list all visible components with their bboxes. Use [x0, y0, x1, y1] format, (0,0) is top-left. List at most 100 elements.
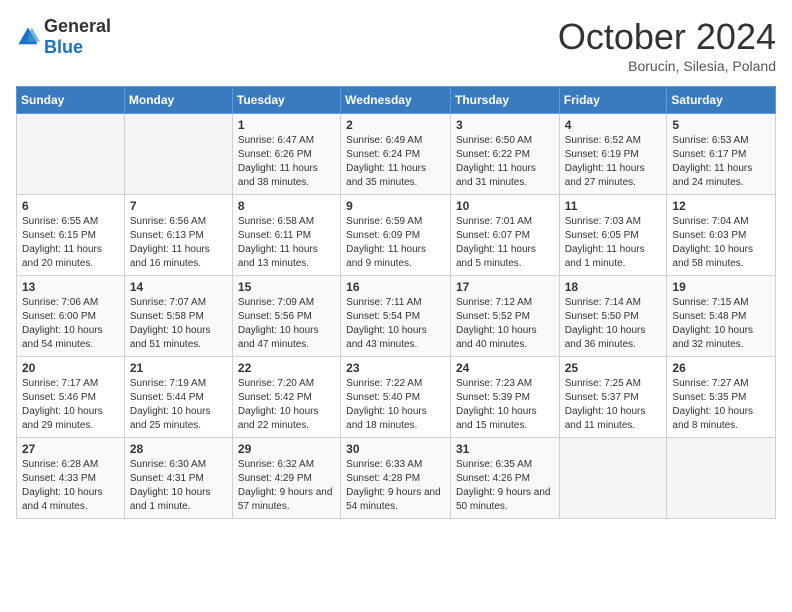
- calendar-cell: 6 Sunrise: 6:55 AM Sunset: 6:15 PM Daylig…: [17, 195, 125, 276]
- calendar-cell: [124, 114, 232, 195]
- day-number: 17: [456, 280, 554, 294]
- weekday-header-friday: Friday: [559, 87, 667, 114]
- day-info: Sunrise: 6:55 AM Sunset: 6:15 PM Dayligh…: [22, 215, 119, 271]
- calendar-week-4: 20Sunrise: 7:17 AM Sunset: 5:46 PM Dayli…: [17, 357, 776, 438]
- day-info: Sunrise: 7:22 AM Sunset: 5:40 PM Dayligh…: [346, 377, 445, 433]
- day-number: 16: [346, 280, 445, 294]
- day-number: 23: [346, 361, 445, 375]
- weekday-header-saturday: Saturday: [667, 87, 776, 114]
- calendar-cell: 5Sunrise: 6:53 AM Sunset: 6:17 PM Daylig…: [667, 114, 776, 195]
- day-info: Sunrise: 7:06 AM Sunset: 6:00 PM Dayligh…: [22, 296, 119, 352]
- calendar-cell: 29 Sunrise: 6:32 AM Sunset: 4:29 PM Dayli…: [232, 438, 340, 519]
- day-info: Sunrise: 7:25 AM Sunset: 5:37 PM Dayligh…: [565, 377, 662, 433]
- day-number: 11: [565, 199, 662, 213]
- calendar-cell: [559, 438, 667, 519]
- calendar-cell: 31Sunrise: 6:35 AM Sunset: 4:26 PM Dayli…: [450, 438, 559, 519]
- day-info: Sunrise: 7:03 AM Sunset: 6:05 PM Dayligh…: [565, 215, 662, 271]
- day-info: Sunrise: 6:28 AM Sunset: 4:33 PM Dayligh…: [22, 458, 119, 514]
- calendar-cell: 20Sunrise: 7:17 AM Sunset: 5:46 PM Dayli…: [17, 357, 125, 438]
- calendar-cell: 12 Sunrise: 7:04 AM Sunset: 6:03 PM Dayli…: [667, 195, 776, 276]
- day-info: Sunrise: 7:19 AM Sunset: 5:44 PM Dayligh…: [130, 377, 227, 433]
- calendar-header: SundayMondayTuesdayWednesdayThursdayFrid…: [17, 87, 776, 114]
- calendar-cell: 14 Sunrise: 7:07 AM Sunset: 5:58 PM Dayli…: [124, 276, 232, 357]
- day-info: Sunrise: 7:04 AM Sunset: 6:03 PM Dayligh…: [672, 215, 770, 271]
- weekday-header-sunday: Sunday: [17, 87, 125, 114]
- weekday-header-wednesday: Wednesday: [341, 87, 451, 114]
- calendar-cell: 30Sunrise: 6:33 AM Sunset: 4:28 PM Dayli…: [341, 438, 451, 519]
- calendar-cell: 27 Sunrise: 6:28 AM Sunset: 4:33 PM Dayli…: [17, 438, 125, 519]
- day-info: Sunrise: 7:27 AM Sunset: 5:35 PM Dayligh…: [672, 377, 770, 433]
- day-number: 26: [672, 361, 770, 375]
- calendar-cell: 4 Sunrise: 6:52 AM Sunset: 6:19 PM Daylig…: [559, 114, 667, 195]
- day-info: Sunrise: 7:01 AM Sunset: 6:07 PM Dayligh…: [456, 215, 554, 271]
- calendar-cell: 2Sunrise: 6:49 AM Sunset: 6:24 PM Daylig…: [341, 114, 451, 195]
- day-number: 6: [22, 199, 119, 213]
- weekday-header-thursday: Thursday: [450, 87, 559, 114]
- logo-general: General: [44, 16, 111, 36]
- day-number: 9: [346, 199, 445, 213]
- day-number: 4: [565, 118, 662, 132]
- day-info: Sunrise: 7:09 AM Sunset: 5:56 PM Dayligh…: [238, 296, 335, 352]
- location-subtitle: Borucin, Silesia, Poland: [558, 58, 776, 74]
- day-number: 10: [456, 199, 554, 213]
- calendar-week-5: 27 Sunrise: 6:28 AM Sunset: 4:33 PM Dayli…: [17, 438, 776, 519]
- calendar-cell: 15 Sunrise: 7:09 AM Sunset: 5:56 PM Dayli…: [232, 276, 340, 357]
- day-number: 24: [456, 361, 554, 375]
- day-info: Sunrise: 7:23 AM Sunset: 5:39 PM Dayligh…: [456, 377, 554, 433]
- logo-icon: [16, 25, 40, 49]
- day-info: Sunrise: 6:58 AM Sunset: 6:11 PM Dayligh…: [238, 215, 335, 271]
- calendar-cell: 17 Sunrise: 7:12 AM Sunset: 5:52 PM Dayli…: [450, 276, 559, 357]
- day-info: Sunrise: 7:11 AM Sunset: 5:54 PM Dayligh…: [346, 296, 445, 352]
- page-header: General Blue October 2024 Borucin, Siles…: [16, 16, 776, 74]
- day-number: 8: [238, 199, 335, 213]
- calendar-cell: 23 Sunrise: 7:22 AM Sunset: 5:40 PM Dayli…: [341, 357, 451, 438]
- day-info: Sunrise: 6:59 AM Sunset: 6:09 PM Dayligh…: [346, 215, 445, 271]
- day-info: Sunrise: 6:47 AM Sunset: 6:26 PM Dayligh…: [238, 134, 335, 190]
- day-info: Sunrise: 6:50 AM Sunset: 6:22 PM Dayligh…: [456, 134, 554, 190]
- calendar-cell: 11 Sunrise: 7:03 AM Sunset: 6:05 PM Dayli…: [559, 195, 667, 276]
- day-info: Sunrise: 6:53 AM Sunset: 6:17 PM Dayligh…: [672, 134, 770, 190]
- calendar-cell: [667, 438, 776, 519]
- calendar-cell: 13 Sunrise: 7:06 AM Sunset: 6:00 PM Dayli…: [17, 276, 125, 357]
- calendar-cell: 24 Sunrise: 7:23 AM Sunset: 5:39 PM Dayli…: [450, 357, 559, 438]
- weekday-header-row: SundayMondayTuesdayWednesdayThursdayFrid…: [17, 87, 776, 114]
- calendar-cell: 8 Sunrise: 6:58 AM Sunset: 6:11 PM Daylig…: [232, 195, 340, 276]
- logo-text: General Blue: [44, 16, 111, 58]
- day-number: 15: [238, 280, 335, 294]
- day-info: Sunrise: 6:32 AM Sunset: 4:29 PM Dayligh…: [238, 458, 335, 514]
- logo-blue: Blue: [44, 37, 83, 57]
- day-info: Sunrise: 6:33 AM Sunset: 4:28 PM Dayligh…: [346, 458, 445, 514]
- day-number: 18: [565, 280, 662, 294]
- calendar-cell: 7Sunrise: 6:56 AM Sunset: 6:13 PM Daylig…: [124, 195, 232, 276]
- weekday-header-tuesday: Tuesday: [232, 87, 340, 114]
- day-info: Sunrise: 7:12 AM Sunset: 5:52 PM Dayligh…: [456, 296, 554, 352]
- calendar-week-3: 13 Sunrise: 7:06 AM Sunset: 6:00 PM Dayli…: [17, 276, 776, 357]
- calendar-cell: 3 Sunrise: 6:50 AM Sunset: 6:22 PM Daylig…: [450, 114, 559, 195]
- calendar-cell: 1 Sunrise: 6:47 AM Sunset: 6:26 PM Daylig…: [232, 114, 340, 195]
- day-number: 14: [130, 280, 227, 294]
- day-info: Sunrise: 6:49 AM Sunset: 6:24 PM Dayligh…: [346, 134, 445, 190]
- day-number: 13: [22, 280, 119, 294]
- calendar-cell: 22Sunrise: 7:20 AM Sunset: 5:42 PM Dayli…: [232, 357, 340, 438]
- day-number: 29: [238, 442, 335, 456]
- day-number: 19: [672, 280, 770, 294]
- calendar-cell: 9 Sunrise: 6:59 AM Sunset: 6:09 PM Daylig…: [341, 195, 451, 276]
- day-number: 21: [130, 361, 227, 375]
- calendar-cell: 16 Sunrise: 7:11 AM Sunset: 5:54 PM Dayli…: [341, 276, 451, 357]
- calendar-cell: 26 Sunrise: 7:27 AM Sunset: 5:35 PM Dayli…: [667, 357, 776, 438]
- day-info: Sunrise: 6:52 AM Sunset: 6:19 PM Dayligh…: [565, 134, 662, 190]
- month-title: October 2024: [558, 16, 776, 58]
- day-info: Sunrise: 7:15 AM Sunset: 5:48 PM Dayligh…: [672, 296, 770, 352]
- calendar-cell: 19 Sunrise: 7:15 AM Sunset: 5:48 PM Dayli…: [667, 276, 776, 357]
- day-info: Sunrise: 6:30 AM Sunset: 4:31 PM Dayligh…: [130, 458, 227, 514]
- day-number: 20: [22, 361, 119, 375]
- title-block: October 2024 Borucin, Silesia, Poland: [558, 16, 776, 74]
- day-number: 12: [672, 199, 770, 213]
- day-info: Sunrise: 7:07 AM Sunset: 5:58 PM Dayligh…: [130, 296, 227, 352]
- day-number: 28: [130, 442, 227, 456]
- day-number: 1: [238, 118, 335, 132]
- day-number: 27: [22, 442, 119, 456]
- day-info: Sunrise: 7:20 AM Sunset: 5:42 PM Dayligh…: [238, 377, 335, 433]
- calendar-table: SundayMondayTuesdayWednesdayThursdayFrid…: [16, 86, 776, 519]
- day-number: 3: [456, 118, 554, 132]
